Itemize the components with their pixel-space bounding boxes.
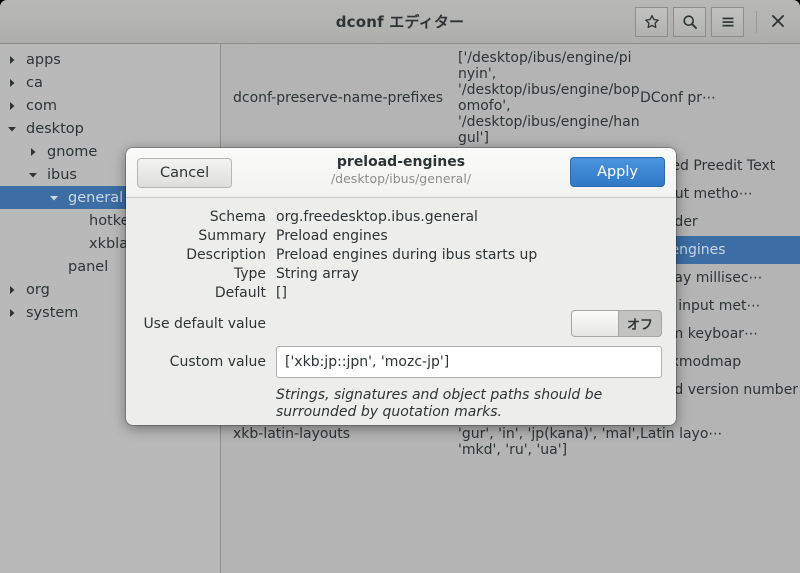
key-info-grid: Schema org.freedesktop.ibus.general Summar… (140, 209, 662, 301)
sidebar-item-label: ibus (47, 166, 77, 183)
info-value: [] (276, 285, 287, 301)
sidebar-item-label: org (26, 281, 50, 298)
use-default-value-row: Use default value オフ (140, 310, 662, 337)
key-name: xkb-latin-layouts (233, 426, 351, 442)
header-bar: dconf エディター (0, 0, 800, 44)
close-icon (771, 13, 785, 32)
sidebar-item-label: gnome (47, 143, 98, 160)
info-label: Type (233, 266, 266, 282)
info-label: Summary (198, 228, 266, 244)
chevron-right-icon[interactable] (4, 98, 20, 114)
table-row[interactable]: dconf-preserve-name-prefixes ['/desktop/i… (222, 44, 800, 152)
info-label: Schema (209, 209, 266, 225)
chevron-right-icon[interactable] (4, 305, 20, 321)
chevron-down-icon[interactable] (4, 121, 20, 137)
info-value: Preload engines (276, 228, 388, 244)
info-value: Preload engines during ibus starts up (276, 247, 538, 263)
key-summary: DConf pr⋯ (640, 90, 717, 106)
sidebar-item-label: desktop (26, 120, 84, 137)
sidebar-item-apps[interactable]: apps (0, 48, 220, 71)
chevron-right-icon[interactable] (4, 52, 20, 68)
sidebar-item-label: panel (68, 258, 109, 275)
key-name: dconf-preserve-name-prefixes (233, 90, 444, 106)
info-value: String array (276, 266, 359, 282)
sidebar-item-desktop[interactable]: desktop (0, 117, 220, 140)
sidebar-item-label: ca (26, 74, 43, 91)
bookmark-button[interactable] (635, 7, 668, 37)
menu-button[interactable] (711, 7, 744, 37)
info-value: org.freedesktop.ibus.general (276, 209, 478, 225)
header-separator (756, 11, 757, 33)
chevron-right-icon[interactable] (4, 282, 20, 298)
toggle-knob (572, 311, 619, 336)
close-button[interactable] (768, 8, 788, 36)
custom-value-label: Custom value (169, 354, 266, 370)
cancel-button[interactable]: Cancel (137, 157, 233, 188)
use-default-value-label: Use default value (143, 315, 266, 332)
key-summary: Latin layo⋯ (640, 426, 723, 442)
chevron-down-icon[interactable] (25, 167, 41, 183)
sidebar-item-label: general (68, 189, 124, 206)
key-editor-dialog: Cancel preload-engines /desktop/ibus/gen… (126, 148, 676, 425)
value-format-hint: Strings, signatures and object paths sho… (276, 387, 603, 420)
sidebar-item-ca[interactable]: ca (0, 71, 220, 94)
star-icon (644, 14, 660, 30)
info-label: Default (214, 285, 266, 301)
search-button[interactable] (673, 7, 706, 37)
sidebar-item-com[interactable]: com (0, 94, 220, 117)
chevron-right-icon[interactable] (25, 144, 41, 160)
sidebar-item-label: apps (26, 51, 61, 68)
custom-value-row: Custom value ['xkb:jp::jpn', 'mozc-jp'] (140, 346, 662, 378)
dialog-body: Schema org.freedesktop.ibus.general Summar… (126, 198, 676, 421)
use-default-value-toggle[interactable]: オフ (571, 310, 662, 337)
use-default-value-field: オフ (276, 310, 662, 337)
custom-value-field: ['xkb:jp::jpn', 'mozc-jp'] (276, 346, 662, 378)
chevron-down-icon[interactable] (46, 190, 62, 206)
custom-value-input[interactable]: ['xkb:jp::jpn', 'mozc-jp'] (276, 346, 662, 378)
dialog-header: Cancel preload-engines /desktop/ibus/gen… (126, 148, 676, 198)
toggle-state-label: オフ (626, 318, 653, 333)
sidebar-item-label: com (26, 97, 57, 114)
dconf-editor-window: dconf エディター apps ca com desktop gnome ib… (0, 0, 800, 573)
search-icon (682, 14, 698, 30)
info-label: Description (186, 247, 266, 263)
sidebar-item-label: system (26, 304, 79, 321)
header-bar-actions (635, 0, 792, 44)
key-value: ['/desktop/ibus/engine/pinyin', '/deskto… (458, 50, 640, 146)
apply-button[interactable]: Apply (570, 157, 665, 187)
chevron-right-icon[interactable] (4, 75, 20, 91)
hamburger-menu-icon (720, 14, 736, 30)
